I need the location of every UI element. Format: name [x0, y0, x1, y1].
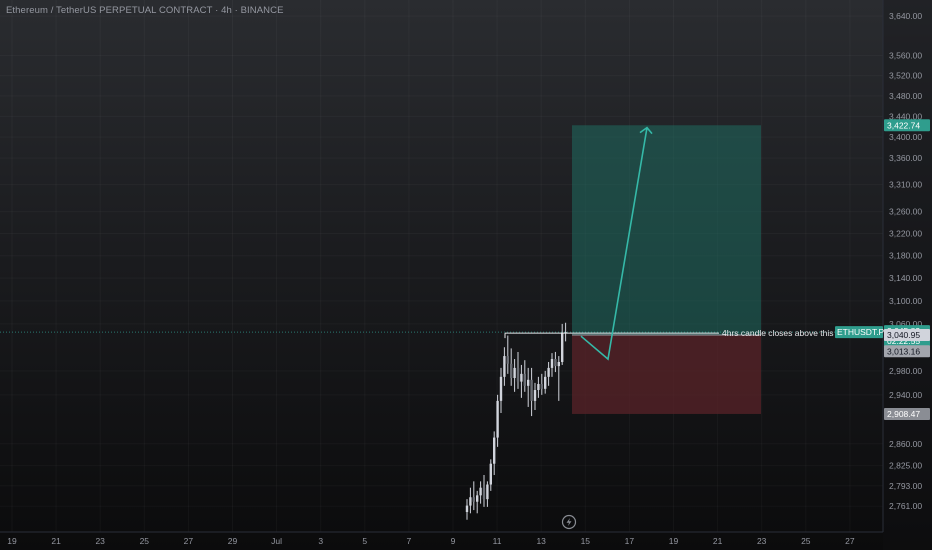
time-tick-label: 3 — [318, 536, 323, 546]
price-tick-label: 3,220.00 — [889, 229, 922, 239]
price-tick-label: 3,260.00 — [889, 207, 922, 217]
time-tick-label: 21 — [51, 536, 61, 546]
lightning-icon-bolt — [566, 518, 572, 526]
price-tick-label: 3,140.00 — [889, 273, 922, 283]
price-tick-label: 3,640.00 — [889, 11, 922, 21]
time-tick-label: 9 — [451, 536, 456, 546]
price-tick-label: 2,793.00 — [889, 481, 922, 491]
time-tick-label: 13 — [536, 536, 546, 546]
candle-body — [482, 487, 486, 500]
loss-zone[interactable] — [572, 334, 761, 414]
time-tick-label: 5 — [362, 536, 367, 546]
target-price-badge: 3,422.74 — [887, 120, 920, 130]
price-tick-label: 2,980.00 — [889, 366, 922, 376]
candle-body — [499, 376, 503, 401]
price-tick-label: 2,825.00 — [889, 461, 922, 471]
price-tick-label: 3,360.00 — [889, 153, 922, 163]
time-tick-label: 19 — [7, 536, 17, 546]
symbol-badge: ETHUSDT.P — [837, 327, 885, 337]
price-tick-label: 3,180.00 — [889, 251, 922, 261]
price-tick-label: 3,480.00 — [889, 91, 922, 101]
time-tick-label: 7 — [407, 536, 412, 546]
candle-body — [550, 359, 554, 368]
lightning-icon[interactable] — [561, 514, 577, 530]
candle-body — [513, 367, 516, 379]
price-chart[interactable]: 4hrs candle closes above this 3,640.00 3,… — [0, 0, 932, 550]
candle-body — [523, 373, 526, 386]
chart-title: Ethereum / TetherUS PERPETUAL CONTRACT ·… — [6, 5, 284, 16]
candle-body — [503, 356, 506, 377]
price-tick-label: 3,400.00 — [889, 132, 922, 142]
time-tick-label: 27 — [184, 536, 194, 546]
candle-body — [493, 437, 496, 464]
price-tick-label: 2,761.00 — [889, 501, 922, 511]
profit-zone[interactable] — [572, 125, 761, 335]
candle-body — [561, 332, 564, 362]
time-tick-label: 23 — [95, 536, 105, 546]
entry-price-badge: 3,040.95 — [887, 330, 920, 340]
time-tick-label: 11 — [493, 536, 502, 546]
mid-price-badge: 3,013.16 — [887, 346, 920, 356]
price-tick-label: 2,940.00 — [889, 390, 922, 400]
candle-body — [516, 367, 520, 382]
time-tick-label: 15 — [581, 536, 591, 546]
candle-body — [476, 495, 479, 502]
candle-body — [510, 363, 513, 379]
candle-body — [533, 390, 537, 401]
price-tick-label: 3,100.00 — [889, 296, 922, 306]
candle-body — [469, 497, 472, 506]
stop-price-badge: 2,908.47 — [887, 409, 920, 419]
time-tick-label: 23 — [757, 536, 767, 546]
time-tick-label: 25 — [140, 536, 150, 546]
candle-body — [496, 400, 499, 438]
candle-body — [520, 373, 523, 382]
candle-body — [547, 367, 550, 377]
candle-body — [489, 463, 492, 485]
candle-body — [465, 505, 469, 513]
price-tick-label: 3,560.00 — [889, 51, 922, 61]
candle-body — [486, 484, 489, 500]
candle-body — [479, 487, 482, 496]
annotation-text: 4hrs candle closes above this — [722, 328, 834, 338]
position-zones[interactable] — [572, 125, 761, 414]
candle-body — [472, 497, 475, 502]
time-tick-label: Jul — [271, 536, 282, 546]
price-tick-label: 3,310.00 — [889, 180, 922, 190]
candle-body — [537, 384, 540, 391]
candles — [465, 322, 567, 520]
price-axis[interactable]: 3,640.003,560.003,520.003,480.003,440.00… — [882, 0, 932, 550]
candle-body — [530, 379, 533, 401]
candle-body — [544, 376, 547, 389]
time-axis[interactable]: 19 21 23 25 27 29 Jul 3 5 7 9 11 13 15 17 19 21 23 25 27 — [0, 531, 883, 546]
candle-body — [506, 356, 509, 364]
time-tick-label: 29 — [228, 536, 238, 546]
time-tick-label: 21 — [713, 536, 723, 546]
candle-body — [557, 361, 560, 367]
time-tick-label: 17 — [625, 536, 635, 546]
candle-body — [540, 384, 543, 389]
time-tick-label: 19 — [669, 536, 679, 546]
candle-body — [554, 359, 557, 367]
price-tick-label: 3,520.00 — [889, 71, 922, 81]
time-tick-label: 27 — [845, 536, 855, 546]
time-tick-label: 25 — [801, 536, 811, 546]
price-tick-label: 2,860.00 — [889, 439, 922, 449]
candle-body — [527, 379, 530, 386]
